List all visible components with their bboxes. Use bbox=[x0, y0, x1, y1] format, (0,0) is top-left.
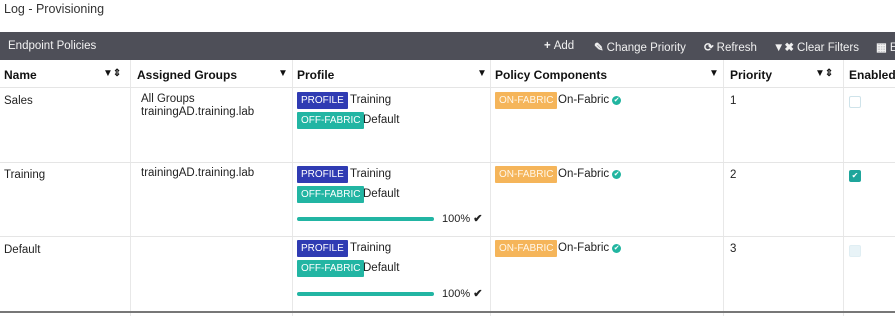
enabled-checkbox[interactable] bbox=[849, 245, 861, 257]
column-divider bbox=[130, 60, 131, 316]
change-priority-label: Change Priority bbox=[606, 42, 686, 54]
priority-value: 2 bbox=[730, 169, 737, 181]
check-circle-icon: ✔ bbox=[612, 244, 622, 253]
progress-percent: 100% ✔ bbox=[442, 287, 482, 300]
progress-value: 100% bbox=[442, 213, 471, 225]
column-header-profile[interactable]: Profile bbox=[297, 68, 334, 82]
priority-value: 1 bbox=[730, 95, 737, 107]
priority-value: 3 bbox=[730, 243, 737, 255]
profile-name[interactable]: Training bbox=[350, 168, 391, 180]
policies-toolbar: Endpoint Policies + Add ✎ Change Priority … bbox=[0, 32, 895, 60]
row-name: Sales bbox=[4, 95, 33, 107]
breadcrumb: Log - Provisioning bbox=[4, 2, 105, 16]
on-fabric-tag: ON-FABRIC bbox=[495, 92, 558, 109]
filter-icon[interactable]: ▼ bbox=[709, 68, 719, 79]
on-fabric-component[interactable]: On-Fabric ✔ bbox=[558, 94, 622, 106]
on-fabric-name: On-Fabric bbox=[558, 242, 610, 254]
column-divider bbox=[723, 60, 724, 316]
check-circle-icon: ✔ bbox=[612, 96, 622, 105]
horizontal-scrollbar[interactable] bbox=[0, 311, 895, 313]
on-fabric-component[interactable]: On-Fabric ✔ bbox=[558, 242, 622, 254]
plus-icon: + bbox=[544, 40, 551, 52]
edit-columns-label: E bbox=[889, 42, 895, 54]
assigned-group: All Groups bbox=[141, 93, 195, 105]
edit-icon: ✎ bbox=[594, 42, 604, 54]
assigned-group: trainingAD.training.lab bbox=[141, 106, 255, 118]
off-fabric-tag: OFF-FABRIC bbox=[297, 260, 365, 277]
progress-value: 100% bbox=[442, 288, 471, 300]
column-divider bbox=[490, 60, 491, 316]
checkmark-icon: ✔ bbox=[473, 288, 483, 300]
change-priority-button[interactable]: ✎ Change Priority bbox=[594, 40, 686, 54]
refresh-icon: ⟳ bbox=[704, 42, 714, 54]
on-fabric-tag: ON-FABRIC bbox=[495, 166, 558, 183]
on-fabric-name: On-Fabric bbox=[558, 168, 610, 180]
assigned-group: trainingAD.training.lab bbox=[141, 167, 255, 179]
row-name: Default bbox=[4, 244, 41, 256]
row-divider bbox=[0, 162, 895, 163]
off-fabric-name[interactable]: Default bbox=[363, 114, 399, 126]
off-fabric-tag: OFF-FABRIC bbox=[297, 186, 365, 203]
filter-clear-icon: ▼✖ bbox=[773, 42, 795, 54]
filter-icon[interactable]: ▼ bbox=[477, 68, 487, 79]
enabled-checkbox[interactable] bbox=[849, 96, 861, 108]
off-fabric-name[interactable]: Default bbox=[363, 262, 399, 274]
enabled-checkbox[interactable]: ✔ bbox=[849, 170, 861, 182]
column-divider bbox=[292, 60, 293, 316]
filter-sort-icon[interactable]: ▼⇕ bbox=[815, 68, 833, 79]
column-header-assigned-groups[interactable]: Assigned Groups bbox=[137, 68, 237, 82]
check-circle-icon: ✔ bbox=[612, 170, 622, 179]
column-header-name[interactable]: Name bbox=[4, 68, 37, 82]
profile-name[interactable]: Training bbox=[350, 94, 391, 106]
clear-filters-label: Clear Filters bbox=[797, 42, 860, 54]
panel-title: Endpoint Policies bbox=[8, 40, 97, 52]
header-divider bbox=[0, 87, 895, 88]
column-header-priority[interactable]: Priority bbox=[730, 68, 772, 82]
checkmark-icon: ✔ bbox=[473, 213, 483, 225]
on-fabric-component[interactable]: On-Fabric ✔ bbox=[558, 168, 622, 180]
column-divider bbox=[843, 60, 844, 316]
on-fabric-tag: ON-FABRIC bbox=[495, 240, 558, 257]
filter-sort-icon[interactable]: ▼⇕ bbox=[103, 68, 121, 79]
clear-filters-button[interactable]: ▼✖ Clear Filters bbox=[773, 40, 859, 54]
refresh-label: Refresh bbox=[716, 42, 757, 54]
progress-bar bbox=[297, 292, 434, 296]
filter-icon[interactable]: ▼ bbox=[278, 68, 288, 79]
row-name: Training bbox=[4, 169, 46, 181]
add-button[interactable]: + Add bbox=[544, 40, 574, 52]
progress-percent: 100% ✔ bbox=[442, 212, 482, 225]
edit-columns-button[interactable]: ▦ E bbox=[876, 40, 895, 54]
add-label: Add bbox=[553, 40, 575, 52]
off-fabric-name[interactable]: Default bbox=[363, 188, 399, 200]
table-icon: ▦ bbox=[876, 42, 887, 54]
column-header-policy-components[interactable]: Policy Components bbox=[495, 68, 607, 82]
off-fabric-tag: OFF-FABRIC bbox=[297, 112, 365, 129]
profile-tag: PROFILE bbox=[297, 240, 348, 257]
column-header-enabled[interactable]: Enabled bbox=[849, 68, 895, 82]
profile-tag: PROFILE bbox=[297, 92, 348, 109]
policies-table: Name ▼⇕ Assigned Groups ▼ Profile ▼ Poli… bbox=[0, 60, 895, 316]
refresh-button[interactable]: ⟳ Refresh bbox=[704, 40, 757, 54]
progress-bar bbox=[297, 217, 434, 221]
row-divider bbox=[0, 236, 895, 237]
profile-tag: PROFILE bbox=[297, 166, 348, 183]
profile-name[interactable]: Training bbox=[350, 242, 391, 254]
on-fabric-name: On-Fabric bbox=[558, 94, 610, 106]
